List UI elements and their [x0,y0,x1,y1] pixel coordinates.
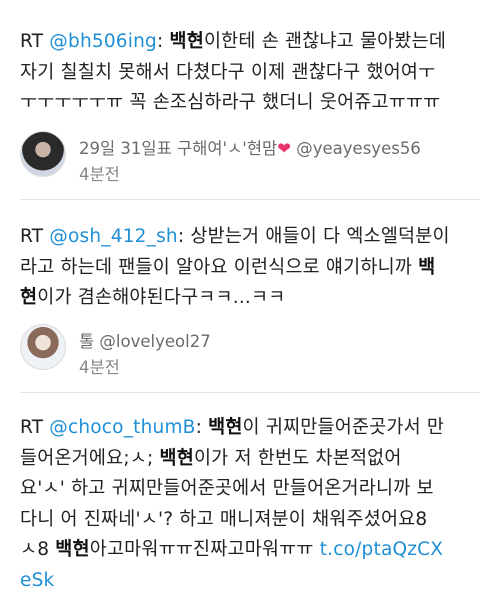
url-link[interactable]: t.co/ptaQzCX [320,539,443,560]
timeline-feed: RT @bh506ing: 백현이한테 손 괜찮냐고 물아봤는데 자기 칠칠치 못… [0,0,480,594]
tweet[interactable]: RT @bh506ing: 백현이한테 손 괜찮냐고 물아봤는데자기 칠칠치 못… [0,0,480,191]
tweet-text: RT @osh_412_sh: 상받는거 애들이 다 엑소엘덕분이라고 하는데 … [20,222,460,314]
heart-icon: ❤ [277,138,292,158]
author-name[interactable]: 톨 @lovelyeol27 [79,328,211,352]
tweet-text-segment: 들어온거에요;ㅅ; [20,447,160,469]
tweet-text-segment: 자기 칠칠치 못해서 다쳤다구 이제 괜찮다구 했어여ㅜ [20,61,436,83]
tweet-text-segment: 이가 겸손해야된다구ㅋㅋ...ㅋㅋ [37,287,286,308]
avatar[interactable] [20,130,66,177]
tweet-text-segment: : [156,31,170,52]
rt-prefix: RT [20,31,50,52]
tweet-text-segment: 이 귀찌만들어준곳가서 만 [242,417,445,438]
author-row[interactable]: 톨 @lovelyeol27 4분전 [20,323,460,384]
tweet-text-segment: 요'ㅅ' 하고 귀찌만들어준곳에서 만들어온거라니까 보 [20,478,434,499]
highlighted-keyword: 현 [20,287,38,308]
tweet-text-segment: ㅅ8 [20,539,56,560]
highlighted-keyword: 백현 [208,417,243,438]
highlighted-keyword: 백현 [169,31,204,52]
avatar[interactable] [20,323,66,370]
tweet-text-segment: 이가 저 한번도 차본적없어 [193,447,402,469]
url-link[interactable]: eSk [20,570,54,591]
highlighted-keyword: 백 [418,256,436,278]
tweet-text-segment: : 상받는거 애들이 다 엑소엘덕분이 [177,226,450,247]
tweet[interactable]: RT @choco_thumB: 백현이 귀찌만들어준곳가서 만 들어온거에요;ㅅ… [0,393,480,596]
tweet-text-segment: ㅜㅜㅜㅜㅜㅠ 꼭 손조심하라구 했더니 웃어쥬고ㅠㅠㅠ [20,92,441,113]
rt-prefix: RT [20,417,50,438]
mention-link[interactable]: @choco_thumB [49,417,195,438]
timestamp: 4분전 [79,357,120,377]
rt-prefix: RT [20,226,50,247]
highlighted-keyword: 백현 [159,447,194,469]
tweet[interactable]: RT @osh_412_sh: 상받는거 애들이 다 엑소엘덕분이라고 하는데 … [0,200,480,384]
mention-link[interactable]: @osh_412_sh [49,226,178,247]
tweet-text: RT @bh506ing: 백현이한테 손 괜찮냐고 물아봤는데자기 칠칠치 못… [20,27,460,119]
author-row[interactable]: 29일 31일표 구해여'ㅅ'현맘❤ @yeayesyes56 4분전 [20,130,460,191]
author-name[interactable]: 29일 31일표 구해여'ㅅ'현맘❤ @yeayesyes56 [79,135,421,159]
tweet-text-segment: 라고 하는데 팬들이 알아요 이런식으로 얘기하니까 [20,256,419,278]
timestamp: 4분전 [79,164,120,184]
tweet-text-segment: : [195,417,209,438]
tweet-body: : 백현이 귀찌만들어준곳가서 만 들어온거에요;ㅅ; 백현이가 저 한번도 차본… [20,417,444,591]
highlighted-keyword: 백현 [55,539,90,560]
tweet-text-segment: 이한테 손 괜찮냐고 물아봤는데 [203,31,447,52]
tweet-text-segment: 아고마워ㅠㅠ진짜고마워ㅠㅠ [89,539,320,560]
tweet-text-segment: 다니 어 진짜네'ㅅ'? 하고 매니져분이 채워주셨어요8 [20,508,428,530]
mention-link[interactable]: @bh506ing [49,31,157,52]
tweet-text: RT @choco_thumB: 백현이 귀찌만들어준곳가서 만 들어온거에요;ㅅ… [20,413,460,596]
